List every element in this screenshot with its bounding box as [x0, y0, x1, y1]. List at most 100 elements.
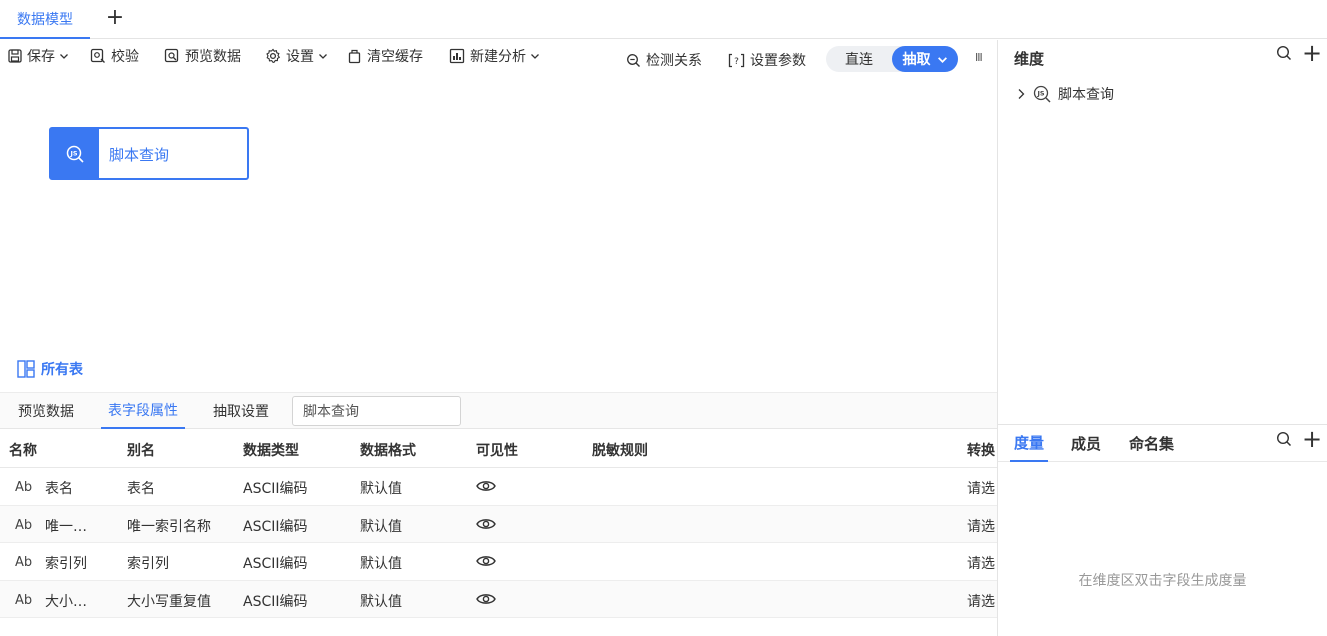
field-transform-select[interactable]: 请选 — [967, 478, 995, 498]
detect-relation-label: 检测关系 — [646, 53, 702, 69]
field-data-type[interactable]: ASCII编码 — [243, 478, 308, 498]
tab-data-model[interactable]: 数据模型 — [0, 0, 90, 39]
chevron-down-icon — [937, 56, 947, 63]
field-format[interactable]: 默认值 — [360, 591, 402, 611]
field-transform-select[interactable]: 请选 — [967, 516, 995, 536]
search-icon[interactable] — [1276, 45, 1292, 61]
field-data-type[interactable]: ASCII编码 — [243, 553, 308, 573]
measure-panel-tabs: 度量 成员 命名集 + — [998, 424, 1327, 462]
field-properties-table: 名称 别名 数据类型 数据格式 可见性 脱敏规则 转换 Ab 表名 表名 ASC… — [0, 430, 997, 618]
column-header: 数据格式 — [360, 443, 416, 459]
field-format[interactable]: 默认值 — [360, 553, 402, 573]
trash-icon — [348, 49, 361, 63]
field-alias[interactable]: 索引列 — [127, 553, 169, 573]
top-tab-bar: 数据模型 + — [0, 0, 1327, 39]
dimension-tree-item[interactable]: JS 脚本查询 — [1016, 84, 1114, 104]
script-query-icon: JS — [51, 129, 99, 178]
svg-text:JS: JS — [1036, 90, 1044, 98]
validate-icon — [90, 48, 105, 63]
dimension-panel-title: 维度 — [1014, 50, 1045, 68]
tab-named-sets[interactable]: 命名集 — [1129, 425, 1174, 462]
add-tab-button[interactable]: + — [104, 6, 126, 30]
all-tables-button[interactable]: 所有表 — [17, 359, 83, 379]
chevron-down-icon — [531, 54, 539, 59]
svg-text:JS: JS — [69, 149, 77, 157]
tab-preview-data[interactable]: 预览数据 — [18, 393, 74, 429]
string-type-icon: Ab — [15, 480, 33, 495]
all-tables-label: 所有表 — [41, 362, 83, 378]
field-transform-select[interactable]: 请选 — [967, 553, 995, 573]
mode-extract-option[interactable]: 抽取 — [892, 46, 958, 72]
save-label: 保存 — [27, 49, 55, 65]
column-header: 可见性 — [476, 443, 518, 459]
svg-text:?: ? — [734, 57, 739, 67]
bracket-question-icon: ? — [728, 53, 745, 67]
bottom-panel-tabs: 预览数据 表字段属性 抽取设置 脚本查询 — [0, 392, 997, 429]
detect-relation-button[interactable]: 检测关系 — [626, 48, 702, 72]
string-type-icon: Ab — [15, 592, 33, 608]
string-type-icon: Ab — [15, 555, 33, 570]
field-data-type[interactable]: ASCII编码 — [243, 591, 308, 611]
tab-members[interactable]: 成员 — [1071, 425, 1101, 462]
settings-label: 设置 — [286, 49, 314, 65]
column-header: 数据类型 — [243, 443, 299, 459]
table-node-script-query[interactable]: JS 脚本查询 — [49, 127, 249, 180]
field-format[interactable]: 默认值 — [360, 478, 402, 498]
column-header: 名称 — [9, 443, 37, 459]
field-name: 大小… — [45, 593, 87, 610]
field-format[interactable]: 默认值 — [360, 516, 402, 536]
clear-cache-button[interactable]: 清空缓存 — [347, 44, 423, 68]
add-dimension-button[interactable]: + — [1302, 40, 1322, 66]
chevron-down-icon — [60, 54, 68, 59]
panel-divider[interactable] — [997, 40, 998, 636]
field-name: 唯一… — [45, 518, 87, 535]
set-params-label: 设置参数 — [750, 53, 806, 69]
table-row[interactable]: Ab 大小… 大小写重复值 ASCII编码 默认值 请选 — [0, 580, 997, 618]
connection-mode-toggle: 直连 抽取 — [826, 46, 958, 72]
chevron-down-icon — [319, 54, 327, 59]
string-type-icon: Ab — [15, 517, 33, 533]
table-row[interactable]: Ab 表名 表名 ASCII编码 默认值 请选 — [0, 468, 997, 506]
chart-icon — [449, 48, 465, 64]
layout-icon — [17, 360, 35, 378]
more-columns-icon[interactable]: III — [975, 51, 987, 65]
clear-cache-label: 清空缓存 — [367, 49, 423, 65]
table-row[interactable]: Ab 唯一… 唯一索引名称 ASCII编码 默认值 请选 — [0, 505, 997, 543]
field-alias[interactable]: 表名 — [127, 478, 155, 498]
field-name: 索引列 — [45, 556, 87, 572]
preview-data-button[interactable]: 预览数据 — [164, 44, 241, 68]
tab-extract-settings[interactable]: 抽取设置 — [213, 393, 269, 429]
preview-icon — [164, 48, 179, 63]
column-header: 别名 — [127, 443, 155, 459]
field-name: 表名 — [45, 481, 73, 497]
column-header: 转换 — [967, 443, 995, 459]
empty-measures-hint: 在维度区双击字段生成度量 — [1078, 573, 1247, 589]
field-data-type[interactable]: ASCII编码 — [243, 516, 308, 536]
new-analysis-button[interactable]: 新建分析 — [449, 44, 545, 68]
tab-measures[interactable]: 度量 — [1010, 425, 1049, 462]
tab-field-properties[interactable]: 表字段属性 — [101, 393, 185, 429]
mode-direct-option[interactable]: 直连 — [826, 46, 892, 72]
mode-extract-label: 抽取 — [902, 52, 931, 68]
validate-label: 校验 — [111, 49, 139, 65]
save-button[interactable]: 保存 — [8, 44, 74, 68]
set-params-button[interactable]: ? 设置参数 — [728, 48, 806, 72]
eye-icon[interactable] — [476, 592, 496, 606]
table-row[interactable]: Ab 索引列 索引列 ASCII编码 默认值 请选 — [0, 543, 997, 581]
chevron-right-icon[interactable] — [1016, 88, 1026, 100]
field-transform-select[interactable]: 请选 — [967, 591, 995, 611]
field-alias[interactable]: 大小写重复值 — [127, 591, 211, 611]
add-measure-button[interactable]: + — [1302, 426, 1322, 452]
preview-label: 预览数据 — [185, 49, 241, 65]
save-icon — [8, 49, 22, 63]
eye-icon[interactable] — [476, 479, 496, 493]
eye-icon[interactable] — [476, 517, 496, 531]
field-alias[interactable]: 唯一索引名称 — [127, 516, 211, 536]
settings-button[interactable]: 设置 — [265, 44, 333, 68]
search-icon[interactable] — [1276, 431, 1292, 447]
node-label: 脚本查询 — [109, 146, 170, 164]
table-name-input[interactable]: 脚本查询 — [292, 396, 461, 426]
eye-icon[interactable] — [476, 554, 496, 568]
validate-button[interactable]: 校验 — [90, 44, 139, 68]
column-header: 脱敏规则 — [592, 443, 648, 459]
